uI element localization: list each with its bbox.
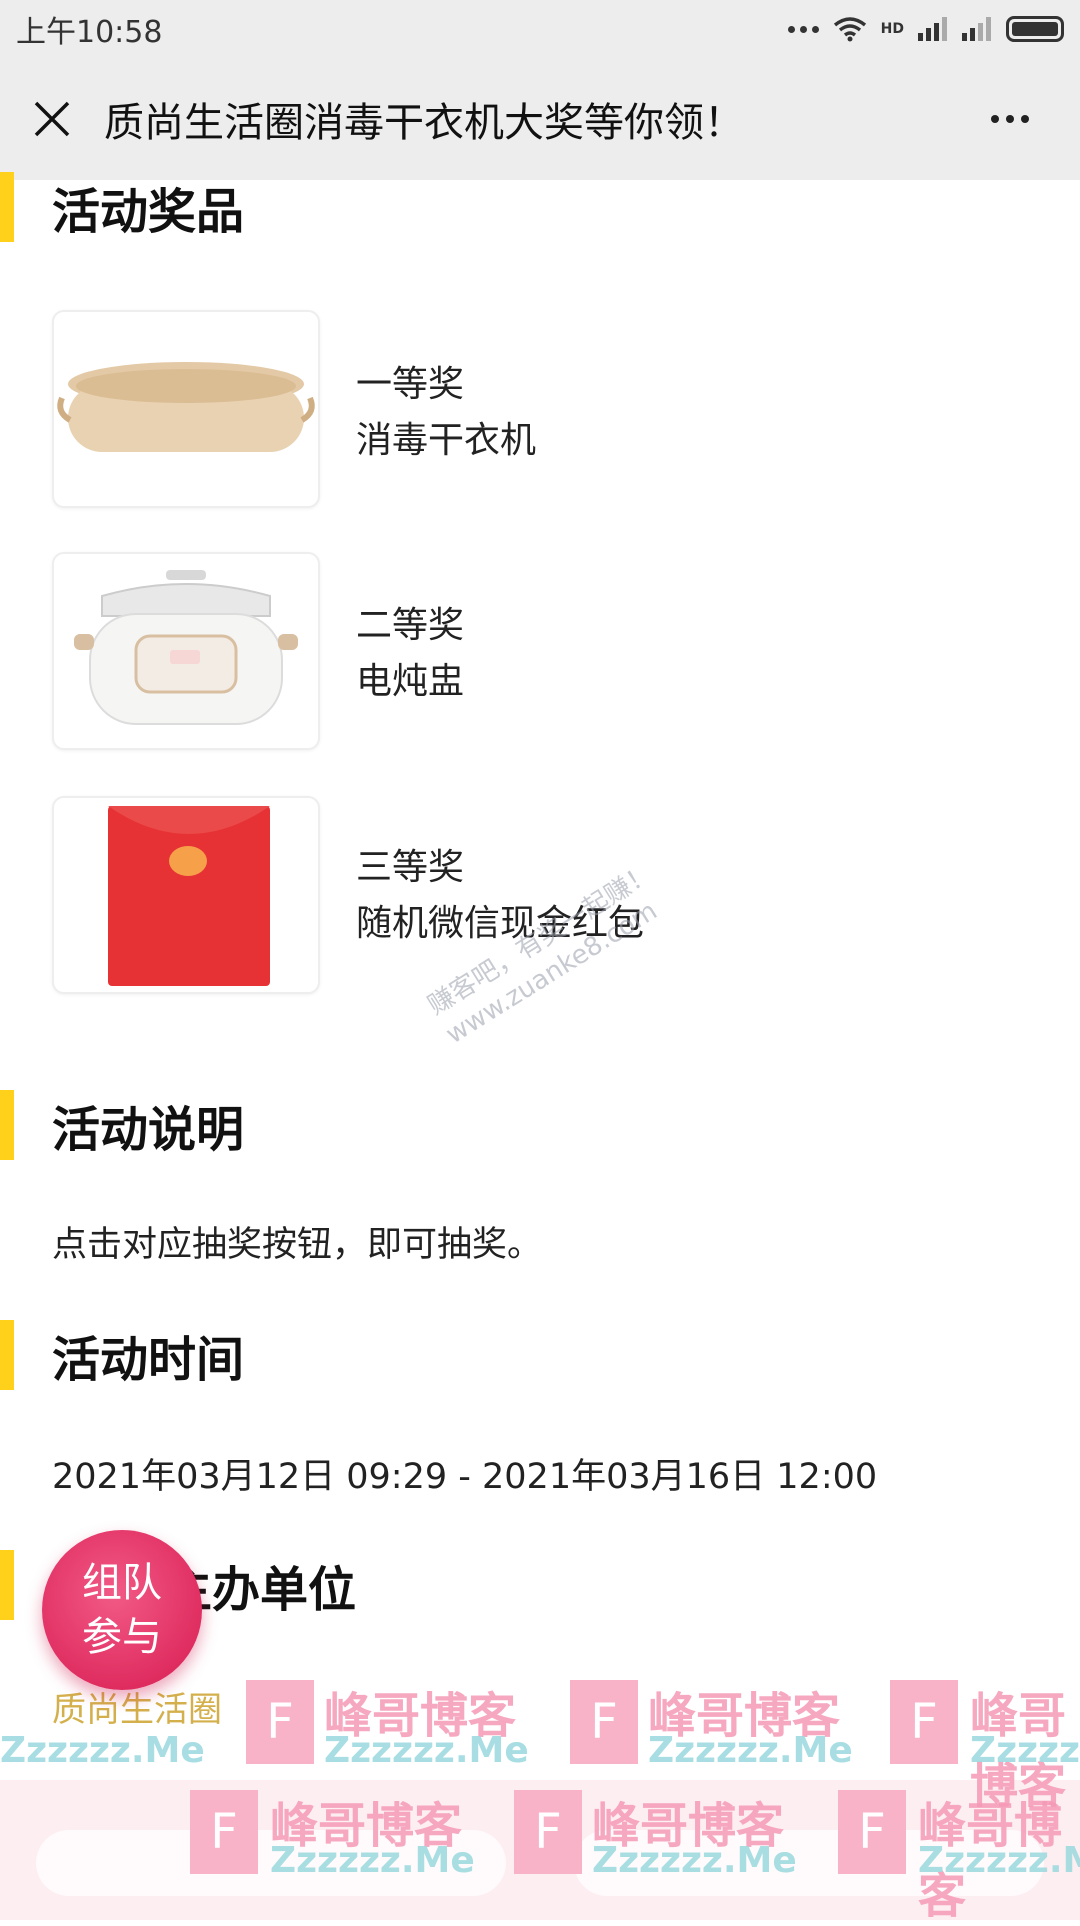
section-accent-bar: [0, 172, 14, 242]
more-notifications-icon: [787, 25, 819, 33]
watermark-url: Zzzzzz.Me: [324, 1730, 529, 1771]
watermark-url: Zzzzzz.Me: [970, 1730, 1080, 1771]
status-time: 上午10:58: [16, 15, 163, 50]
prize-image-sterilizing-dryer: [52, 310, 320, 508]
bottom-right-button[interactable]: [574, 1830, 1044, 1896]
watermark-logo: F: [570, 1680, 638, 1764]
description-section-header: 活动说明: [0, 1090, 244, 1160]
time-section-title: 活动时间: [52, 1332, 245, 1388]
watermark-url: Zzzzzz.Me: [0, 1730, 205, 1771]
more-options-button[interactable]: [980, 94, 1040, 144]
page-title: 质尚生活圈消毒干衣机大奖等你领！: [104, 100, 744, 146]
description-text: 点击对应抽奖按钮，即可抽奖。: [52, 1225, 543, 1265]
hd-label: HD: [880, 21, 904, 37]
watermark-text: 峰哥博客: [324, 1688, 517, 1744]
prize-3-name: 随机微信现金红包: [356, 903, 645, 944]
watermark-url: Zzzzzz.Me: [648, 1730, 853, 1771]
prize-2-name: 电炖盅: [356, 661, 465, 702]
prizes-section-title: 活动奖品: [52, 184, 245, 240]
prize-image-red-envelope: [52, 796, 320, 994]
description-section-title: 活动说明: [52, 1102, 245, 1158]
prizes-section-header: 活动奖品: [0, 172, 244, 242]
more-icon: [991, 115, 999, 123]
battery-icon: [1006, 16, 1064, 42]
watermark-logo: F: [246, 1680, 314, 1764]
prize-1-info: 一等奖 消毒干衣机: [356, 357, 536, 469]
team-join-button[interactable]: 组队 参与: [42, 1530, 202, 1690]
signal-icon-2: [962, 17, 991, 41]
prize-2-level: 二等奖: [356, 605, 465, 646]
team-join-label-2: 参与: [82, 1614, 162, 1660]
status-bar: 上午10:58 HD: [0, 0, 1080, 58]
signal-icon: [918, 17, 947, 41]
watermark-logo: F: [890, 1680, 958, 1764]
activity-time-text: 2021年03月12日 09:29 - 2021年03月16日 12:00: [52, 1457, 878, 1497]
bottom-left-button[interactable]: [36, 1830, 506, 1896]
close-button[interactable]: [22, 89, 82, 149]
prize-3-info: 三等奖 随机微信现金红包: [356, 840, 644, 952]
status-icons: HD: [787, 16, 1064, 42]
close-icon: [34, 101, 70, 137]
title-bar: 质尚生活圈消毒干衣机大奖等你领！: [0, 58, 1080, 180]
organizer-name: 质尚生活圈: [52, 1690, 222, 1730]
wifi-icon: [833, 17, 866, 42]
prize-2-info: 二等奖 电炖盅: [356, 598, 464, 710]
prize-image-stew-pot: [52, 552, 320, 750]
prize-3-level: 三等奖: [356, 847, 465, 888]
team-join-label-1: 组队: [82, 1560, 162, 1606]
prize-1-level: 一等奖: [356, 364, 465, 405]
time-section-header: 活动时间: [0, 1320, 244, 1390]
prize-1-name: 消毒干衣机: [356, 420, 537, 461]
watermark-text: 峰哥博客: [648, 1688, 841, 1744]
